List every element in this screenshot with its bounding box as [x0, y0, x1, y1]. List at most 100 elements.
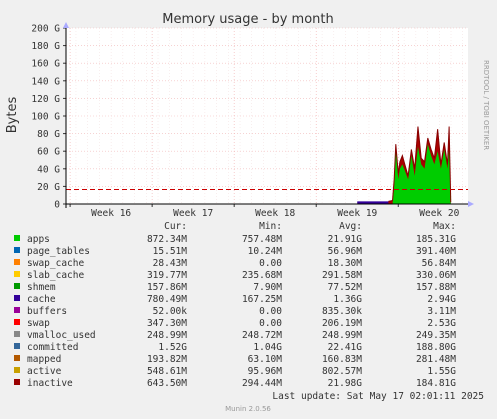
legend-min: 235.68M [242, 270, 282, 281]
legend-min: 167.25M [242, 294, 282, 305]
legend-swatch [14, 319, 20, 325]
legend-cur: 643.50M [147, 378, 187, 389]
legend-max: 185.31G [416, 234, 456, 245]
legend-max: 330.06M [416, 270, 456, 281]
legend-cur: 1.52G [158, 342, 187, 353]
legend-name: slab_cache [27, 270, 84, 281]
legend-min: 248.72M [242, 330, 282, 341]
legend-min: 757.48M [242, 234, 282, 245]
legend-swatch [14, 367, 20, 373]
legend-header-min: Min: [259, 221, 282, 232]
legend-swatch [14, 247, 20, 253]
legend-avg: 1.36G [333, 294, 362, 305]
legend-avg: 21.91G [328, 234, 363, 245]
y-tick-label: 140 G [31, 76, 60, 87]
y-tick-label: 120 G [31, 94, 60, 105]
legend-swatch [14, 343, 20, 349]
legend-swatch [14, 331, 20, 337]
legend-min: 10.24M [248, 246, 283, 257]
legend-max: 184.81G [416, 378, 456, 389]
y-tick-label: 100 G [31, 112, 60, 123]
legend-max: 2.94G [427, 294, 456, 305]
legend-name: cache [27, 294, 56, 305]
legend-min: 1.04G [253, 342, 282, 353]
munin-memory-graph: Memory usage - by month RRDTOOL / TOBI O… [0, 0, 497, 419]
legend-name: shmem [27, 282, 56, 293]
legend-min: 0.00 [259, 318, 282, 329]
legend-avg: 291.58M [322, 270, 362, 281]
y-tick-label: 60 G [37, 147, 60, 158]
legend-cur: 193.82M [147, 354, 187, 365]
x-tick-label: Week 20 [419, 208, 459, 219]
legend-min: 63.10M [248, 354, 283, 365]
legend-max: 1.55G [427, 366, 456, 377]
legend-cur: 28.43M [153, 258, 188, 269]
x-tick-label: Week 18 [255, 208, 295, 219]
legend-min: 294.44M [242, 378, 282, 389]
legend-max: 391.40M [416, 246, 456, 257]
legend-max: 188.80G [416, 342, 456, 353]
legend-header-avg: Avg: [339, 221, 362, 232]
legend-min: 7.90M [253, 282, 282, 293]
y-tick-label: 0 [54, 200, 60, 211]
legend-name: swap [27, 318, 50, 329]
legend-min: 0.00 [259, 306, 282, 317]
legend-cur: 872.34M [147, 234, 187, 245]
legend-name: swap_cache [27, 258, 84, 269]
legend-cur: 157.86M [147, 282, 187, 293]
legend-avg: 160.83M [322, 354, 362, 365]
x-tick-label: Week 17 [173, 208, 213, 219]
last-update: Last update: Sat May 17 02:01:11 2025 [272, 391, 484, 402]
legend-max: 281.48M [416, 354, 456, 365]
legend-max: 2.53G [427, 318, 456, 329]
legend-max: 249.35M [416, 330, 456, 341]
legend-avg: 77.52M [328, 282, 363, 293]
legend-cur: 347.30M [147, 318, 187, 329]
legend-cur: 319.77M [147, 270, 187, 281]
y-axis-label: Bytes [5, 97, 20, 134]
legend-cur: 52.00k [153, 306, 188, 317]
legend-max: 3.11M [427, 306, 456, 317]
legend-swatch [14, 283, 20, 289]
legend-name: apps [27, 234, 50, 245]
legend-cur: 15.51M [153, 246, 188, 257]
legend-name: active [27, 366, 62, 377]
legend-avg: 56.96M [328, 246, 363, 257]
legend-swatch [14, 307, 20, 313]
legend-name: committed [27, 342, 78, 353]
legend-swatch [14, 259, 20, 265]
chart-title: Memory usage - by month [162, 12, 333, 27]
legend-avg: 18.30M [328, 258, 363, 269]
legend-max: 157.88M [416, 282, 456, 293]
legend-max: 56.84M [422, 258, 457, 269]
y-tick-label: 20 G [37, 182, 60, 193]
legend-avg: 22.41G [328, 342, 363, 353]
legend-swatch [14, 295, 20, 301]
legend-name: inactive [27, 378, 73, 389]
x-tick-label: Week 19 [337, 208, 377, 219]
legend-name: buffers [27, 306, 67, 317]
legend-min: 0.00 [259, 258, 282, 269]
y-tick-label: 160 G [31, 59, 60, 70]
legend-header-max: Max: [433, 221, 456, 232]
legend-swatch [14, 379, 20, 385]
legend-name: vmalloc_used [27, 330, 96, 341]
legend-swatch [14, 271, 20, 277]
y-tick-label: 80 G [37, 129, 60, 140]
y-tick-label: 180 G [31, 41, 60, 52]
legend-avg: 248.99M [322, 330, 362, 341]
legend-name: mapped [27, 354, 61, 365]
rrdtool-credit: RRDTOOL / TOBI OETIKER [482, 60, 490, 150]
munin-version: Munin 2.0.56 [225, 405, 271, 413]
legend-name: page_tables [27, 246, 90, 257]
legend-avg: 206.19M [322, 318, 362, 329]
legend-swatch [14, 355, 20, 361]
legend-avg: 835.30k [322, 306, 362, 317]
x-tick-label: Week 16 [91, 208, 131, 219]
y-tick-label: 40 G [37, 164, 60, 175]
legend-cur: 780.49M [147, 294, 187, 305]
legend-header-cur: Cur: [164, 221, 187, 232]
legend-avg: 802.57M [322, 366, 362, 377]
legend-cur: 548.61M [147, 366, 187, 377]
legend-cur: 248.99M [147, 330, 187, 341]
